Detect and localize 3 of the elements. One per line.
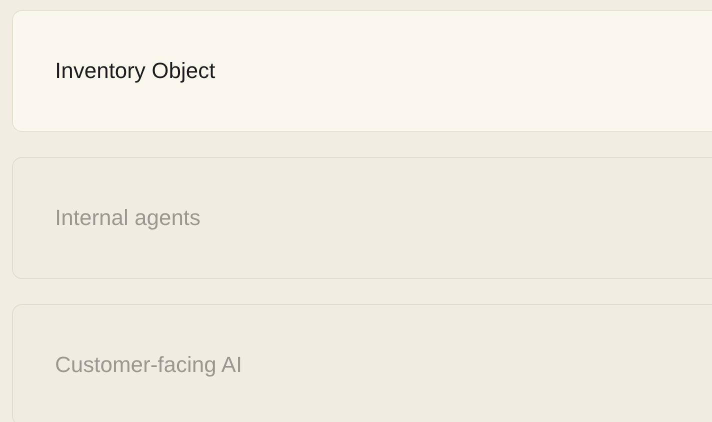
option-card[interactable]: Internal agents bbox=[12, 157, 712, 279]
option-card[interactable]: Inventory Object bbox=[12, 10, 712, 132]
option-card[interactable]: Customer-facing AI bbox=[12, 304, 712, 422]
